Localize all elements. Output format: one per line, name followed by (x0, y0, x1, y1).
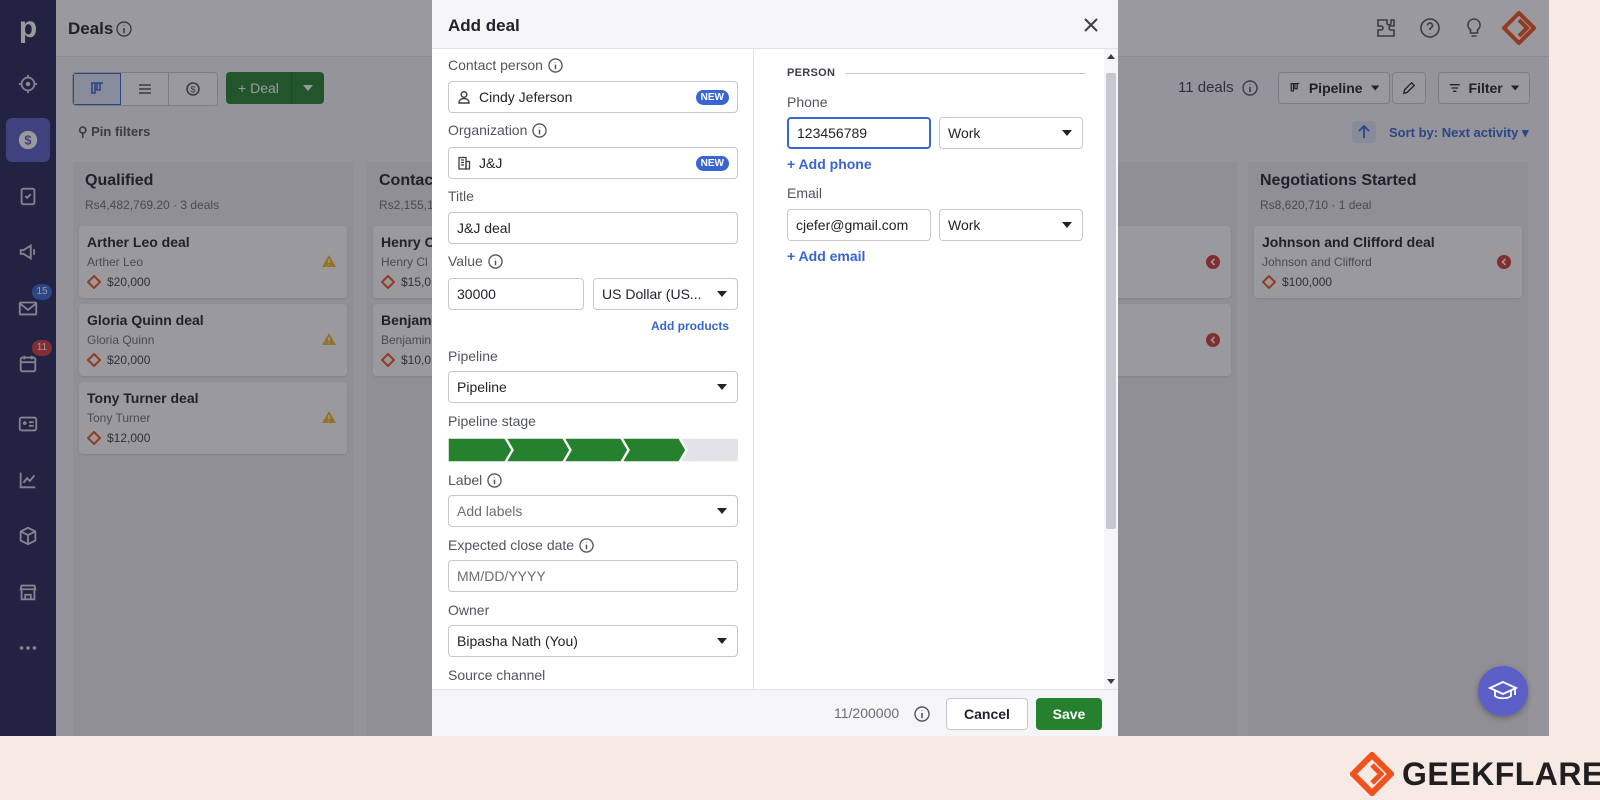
pipeline-stage-chevrons (448, 438, 738, 462)
pipeline-stage-2[interactable] (505, 438, 571, 462)
phone-input[interactable]: 123456789 (787, 117, 931, 149)
contact-person-value: Cindy Jeferson (479, 89, 573, 105)
scroll-down-icon[interactable] (1107, 679, 1115, 684)
modal-header: Add deal (432, 0, 1118, 49)
geekflare-logo-icon (1350, 752, 1394, 796)
pipeline-stage-3[interactable] (563, 438, 629, 462)
caret-down-icon (717, 384, 727, 390)
pipeline-stage-5[interactable] (679, 438, 738, 462)
new-badge: NEW (695, 156, 729, 171)
title-input[interactable]: J&J deal (448, 212, 738, 244)
owner-value: Bipasha Nath (You) (457, 633, 578, 649)
building-icon (458, 156, 471, 170)
learning-center-button[interactable] (1478, 666, 1528, 716)
save-button[interactable]: Save (1036, 698, 1102, 730)
organization-label: Organization (448, 122, 528, 138)
caret-down-icon (1062, 222, 1072, 228)
close-icon[interactable] (1082, 16, 1100, 34)
add-deal-modal: Add deal Contact person Cindy Jeferson N… (432, 0, 1118, 736)
title-value: J&J deal (457, 220, 511, 236)
expected-close-date-input[interactable]: MM/DD/YYYY (448, 560, 738, 592)
deal-fields-column: Contact person Cindy Jeferson NEW Organi… (432, 49, 754, 689)
modal-title: Add deal (448, 16, 520, 35)
currency-value: US Dollar (US... (602, 286, 702, 302)
pipeline-stage-4[interactable] (621, 438, 687, 462)
geekflare-wordmark: GEEKFLARE (1402, 755, 1600, 792)
pipeline-stage-1[interactable] (448, 438, 513, 462)
email-input[interactable]: cjefer@gmail.com (787, 209, 931, 241)
caret-down-icon (1062, 130, 1072, 136)
section-divider (845, 73, 1085, 74)
owner-label: Owner (448, 602, 490, 618)
pipeline-stage-label: Pipeline stage (448, 413, 536, 429)
source-channel-label: Source channel (448, 667, 546, 683)
phone-label: Phone (787, 94, 828, 110)
organization-field[interactable]: J&J NEW (448, 147, 738, 179)
info-icon[interactable] (532, 122, 548, 138)
pipeline-stage-selector (448, 438, 738, 462)
owner-select[interactable]: Bipasha Nath (You) (448, 625, 738, 657)
expected-close-label: Expected close date (448, 537, 575, 553)
value-amount-input[interactable]: 30000 (448, 278, 584, 310)
label-select[interactable]: Add labels (448, 495, 738, 527)
email-type-value: Work (948, 217, 981, 233)
scroll-up-icon[interactable] (1107, 54, 1115, 59)
pipedrive-app: p $ 15 11 Deals $ + Deal ⚲ Pin filters 1… (0, 0, 1549, 736)
phone-value: 123456789 (797, 125, 868, 141)
phone-type-value: Work (948, 125, 981, 141)
contact-person-label: Contact person (448, 57, 543, 73)
caret-down-icon (717, 291, 727, 297)
person-icon (458, 91, 470, 104)
info-icon[interactable] (548, 57, 563, 73)
label-placeholder: Add labels (457, 503, 523, 519)
pipeline-label: Pipeline (448, 348, 498, 364)
geekflare-logo: GEEKFLARE (1350, 752, 1600, 796)
label-label: Label (448, 472, 483, 488)
character-count: 11/200000 (834, 705, 900, 721)
value-amount: 30000 (457, 286, 496, 302)
add-email-link[interactable]: + Add email (787, 248, 865, 264)
graduation-cap-icon (1488, 681, 1518, 700)
email-label: Email (787, 185, 823, 201)
info-icon[interactable] (488, 253, 503, 269)
person-fields-column: PERSON Phone 123456789 Work + Add phone … (755, 49, 1118, 689)
phone-type-select[interactable]: Work (939, 117, 1083, 149)
organization-value: J&J (479, 155, 503, 171)
add-phone-link[interactable]: + Add phone (787, 156, 872, 172)
title-label: Title (448, 188, 474, 204)
date-placeholder: MM/DD/YYYY (457, 568, 546, 584)
contact-person-field[interactable]: Cindy Jeferson NEW (448, 81, 738, 113)
pipeline-select[interactable]: Pipeline (448, 371, 738, 403)
pipeline-value: Pipeline (457, 379, 507, 395)
email-type-select[interactable]: Work (939, 209, 1083, 241)
currency-select[interactable]: US Dollar (US... (593, 278, 738, 310)
add-products-link[interactable]: Add products (651, 319, 729, 333)
info-icon[interactable] (487, 472, 502, 488)
info-icon[interactable] (914, 706, 930, 722)
scrollbar-thumb[interactable] (1106, 73, 1116, 529)
value-label: Value (448, 253, 483, 269)
caret-down-icon (717, 638, 727, 644)
cancel-button[interactable]: Cancel (946, 698, 1028, 730)
new-badge: NEW (695, 90, 729, 105)
email-value: cjefer@gmail.com (796, 217, 909, 233)
caret-down-icon (717, 508, 727, 514)
modal-scrollbar[interactable] (1104, 49, 1118, 689)
info-icon[interactable] (579, 537, 594, 553)
modal-footer: 11/200000 Cancel Save (432, 689, 1118, 736)
person-section-heading: PERSON (787, 67, 836, 79)
